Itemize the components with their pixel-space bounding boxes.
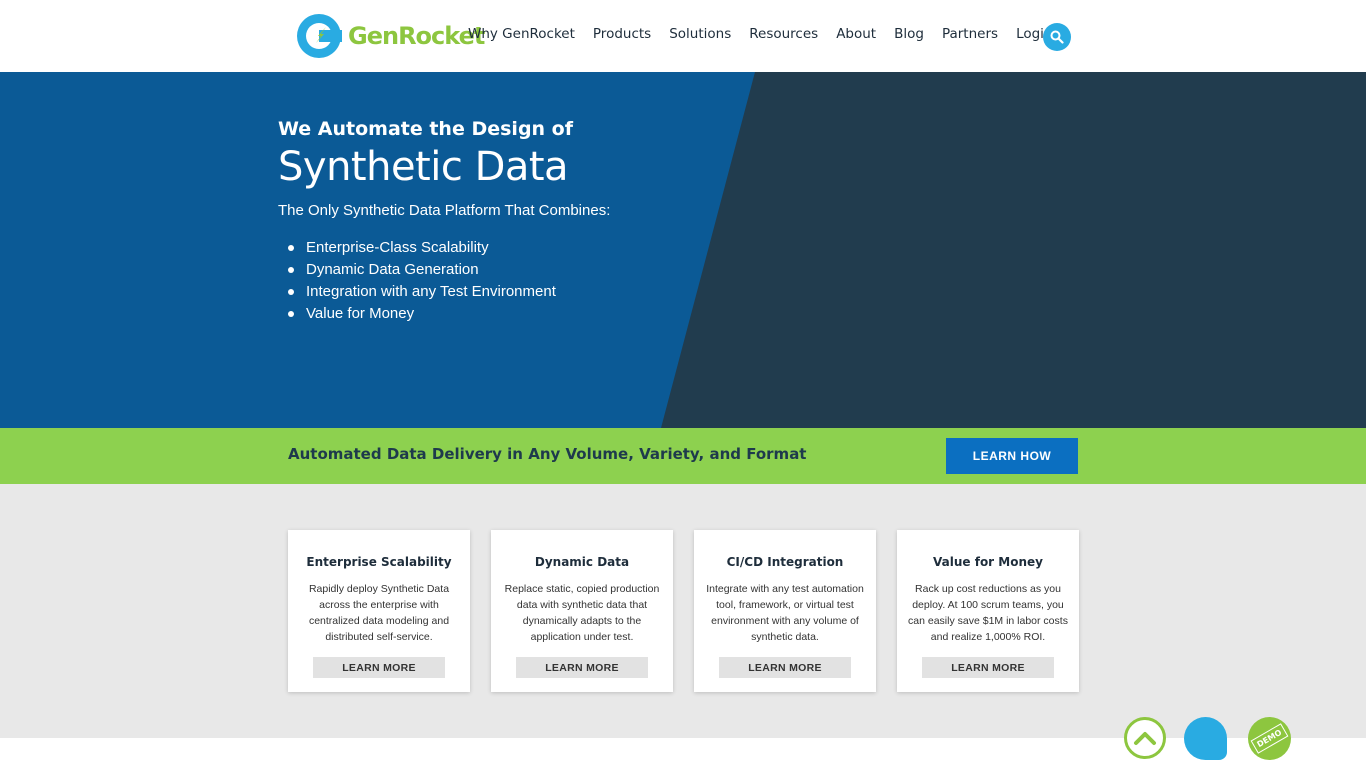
learn-more-button[interactable]: LEARN MORE [516, 657, 648, 678]
hero-feature-list: Enterprise-Class Scalability Dynamic Dat… [288, 237, 610, 325]
hero-intro: The Only Synthetic Data Platform That Co… [278, 202, 611, 219]
hero-title: Synthetic Data [278, 144, 569, 190]
search-button[interactable] [1043, 23, 1071, 51]
nav-resources[interactable]: Resources [749, 26, 818, 42]
learn-more-button[interactable]: LEARN MORE [922, 657, 1054, 678]
card-title: CI/CD Integration [726, 555, 844, 569]
cta-band-text: Automated Data Delivery in Any Volume, V… [288, 445, 807, 463]
feature-card-enterprise-scalability: Enterprise Scalability Rapidly deploy Sy… [288, 530, 470, 692]
hero-bullet: Value for Money [288, 303, 610, 325]
card-body: Replace static, copied production data w… [504, 583, 660, 643]
demo-button[interactable]: DEMO [1248, 717, 1291, 760]
site-header: GenRocket Why GenRocket Products Solutio… [0, 0, 1366, 72]
scroll-to-top-button[interactable] [1124, 717, 1166, 759]
hero-bullet: Dynamic Data Generation [288, 259, 610, 281]
cta-band: Automated Data Delivery in Any Volume, V… [0, 428, 1366, 484]
demo-stamp-label: DEMO [1250, 723, 1289, 754]
nav-about[interactable]: About [836, 26, 876, 42]
logo-text: GenRocket [348, 22, 485, 50]
genrocket-logo[interactable]: GenRocket [296, 13, 485, 59]
card-title: Enterprise Scalability [306, 555, 452, 569]
card-body: Integrate with any test automation tool,… [706, 583, 864, 643]
card-body: Rack up cost reductions as you deploy. A… [908, 583, 1068, 643]
hero-section: We Automate the Design of Synthetic Data… [0, 72, 1366, 428]
hero-kicker: We Automate the Design of [278, 118, 574, 140]
nav-blog[interactable]: Blog [894, 26, 924, 42]
nav-partners[interactable]: Partners [942, 26, 998, 42]
rocket-logo-icon [297, 14, 342, 58]
card-title: Value for Money [933, 555, 1043, 569]
learn-more-button[interactable]: LEARN MORE [313, 657, 445, 678]
feature-card-cicd-integration: CI/CD Integration Integrate with any tes… [694, 530, 876, 692]
nav-solutions[interactable]: Solutions [669, 26, 731, 42]
features-section: Enterprise Scalability Rapidly deploy Sy… [0, 484, 1366, 738]
learn-how-button[interactable]: LEARN HOW [946, 438, 1078, 474]
learn-more-button[interactable]: LEARN MORE [719, 657, 851, 678]
feature-card-dynamic-data: Dynamic Data Replace static, copied prod… [491, 530, 673, 692]
hero-bullet: Enterprise-Class Scalability [288, 237, 610, 259]
nav-why-genrocket[interactable]: Why GenRocket [468, 26, 575, 42]
card-title: Dynamic Data [534, 555, 630, 569]
search-icon [1050, 30, 1064, 44]
feature-card-value-for-money: Value for Money Rack up cost reductions … [897, 530, 1079, 692]
card-body: Rapidly deploy Synthetic Data across the… [308, 583, 450, 643]
chat-bubble-button[interactable] [1184, 717, 1227, 760]
hero-content: We Automate the Design of Synthetic Data… [278, 118, 610, 325]
hero-background [0, 72, 1366, 428]
chevron-up-icon [1134, 732, 1156, 745]
main-nav: Why GenRocket Products Solutions Resourc… [468, 26, 1070, 42]
nav-products[interactable]: Products [593, 26, 651, 42]
hero-bullet: Integration with any Test Environment [288, 281, 610, 303]
